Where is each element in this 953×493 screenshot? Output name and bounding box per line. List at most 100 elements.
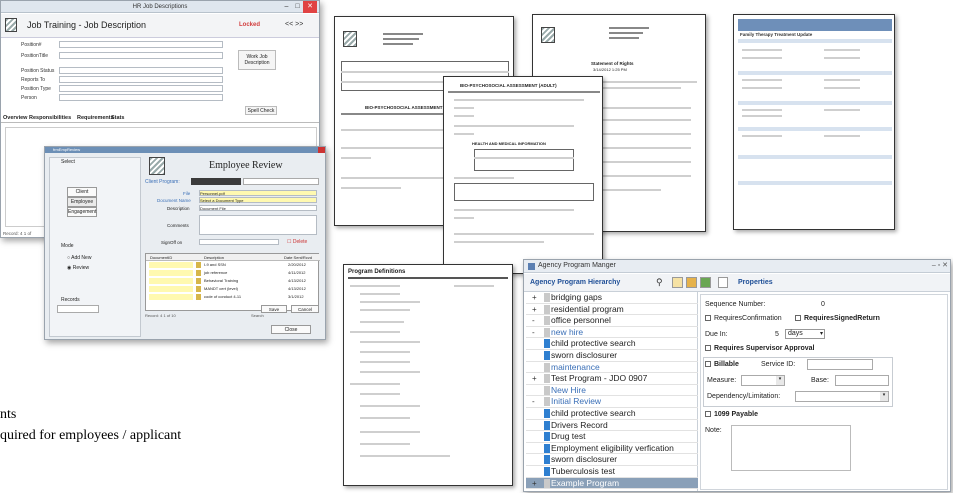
base-input[interactable] bbox=[835, 375, 889, 386]
col-description: Description bbox=[204, 255, 225, 260]
toolbar-doc-icon[interactable] bbox=[672, 277, 683, 288]
tab-responsibilities[interactable]: Responsibilities bbox=[29, 115, 71, 121]
description-input[interactable]: Document File bbox=[199, 205, 317, 211]
toolbar-report-icon[interactable] bbox=[700, 277, 711, 288]
expand-icon[interactable]: + bbox=[532, 292, 542, 303]
table-row[interactable]: job reference 4/11/2012 bbox=[146, 270, 320, 277]
table-row[interactable]: I-9 and SSN 2/20/2012 bbox=[146, 262, 320, 269]
save-button[interactable]: Save bbox=[261, 305, 287, 313]
delete-checkbox[interactable]: ☐ Delete bbox=[287, 239, 307, 245]
position-status-select[interactable] bbox=[59, 67, 223, 74]
tab-requirements[interactable]: Requirements bbox=[77, 115, 114, 121]
expand-icon[interactable]: + bbox=[532, 478, 542, 489]
app-logo-icon bbox=[5, 18, 17, 32]
position-type-select[interactable] bbox=[59, 85, 223, 92]
employee-review-close-icon[interactable] bbox=[318, 147, 325, 153]
dependency-select[interactable]: ▾ bbox=[795, 391, 889, 402]
note-textarea[interactable] bbox=[731, 425, 851, 471]
agency-window-title: Agency Program Manger bbox=[538, 262, 616, 269]
expand-icon[interactable]: + bbox=[532, 373, 542, 384]
tree-item[interactable]: Drivers Record bbox=[526, 420, 698, 432]
signoff-input[interactable] bbox=[199, 239, 279, 245]
toolbar-chart-icon[interactable] bbox=[686, 277, 697, 288]
record-nav-arrows[interactable]: << >> bbox=[285, 21, 303, 28]
tree-item[interactable]: Tuberculosis test bbox=[526, 466, 698, 478]
measure-select[interactable]: ▾ bbox=[741, 375, 785, 386]
billable-checkbox[interactable]: Billable bbox=[705, 361, 739, 368]
table-row[interactable]: Behavioral Training 4/13/2012 bbox=[146, 278, 320, 285]
tree-item[interactable]: sworn disclosurer bbox=[526, 350, 698, 362]
job-record-nav[interactable]: Record: 4 1 of bbox=[3, 231, 31, 236]
tab-overview[interactable]: Overview bbox=[3, 115, 27, 121]
requires-confirmation-checkbox[interactable]: RequiresConfirmation bbox=[705, 315, 782, 322]
requires-signed-return-label: RequiresSignedReturn bbox=[804, 315, 880, 322]
tree-item-marker bbox=[544, 432, 550, 442]
due-in-value[interactable]: 5 bbox=[775, 331, 779, 338]
tree-item[interactable]: Drug test bbox=[526, 431, 698, 443]
due-in-unit-select[interactable]: days ▾ bbox=[785, 329, 825, 339]
table-row[interactable]: code of conduct 4-11 3/1/2012 bbox=[146, 294, 320, 301]
requires-signed-return-checkbox[interactable]: RequiresSignedReturn bbox=[795, 315, 880, 322]
reports-to-select[interactable] bbox=[59, 76, 223, 83]
records-box[interactable] bbox=[57, 305, 99, 313]
tree-item-marker bbox=[544, 293, 550, 302]
maximize-button[interactable]: □ bbox=[292, 1, 303, 13]
table-row[interactable]: MANDT cert (level) 4/13/2012 bbox=[146, 286, 320, 293]
client-program-combo[interactable] bbox=[243, 178, 319, 185]
expand-icon[interactable]: + bbox=[532, 304, 542, 315]
close-form-button[interactable]: Close bbox=[271, 325, 311, 334]
row-date: 4/13/2012 bbox=[288, 286, 306, 291]
documents-table-header: DocumentID Description Date Sent/Rcvd bbox=[146, 254, 320, 261]
close-form-label: Close bbox=[284, 327, 298, 333]
service-id-input[interactable] bbox=[807, 359, 873, 370]
tree-item[interactable]: maintenance bbox=[526, 362, 698, 374]
client-program-select[interactable] bbox=[191, 178, 241, 185]
tree-item[interactable]: + bridging gaps bbox=[526, 292, 698, 304]
collapse-icon[interactable]: - bbox=[532, 315, 542, 326]
supervisor-approval-checkbox[interactable]: Requires Supervisor Approval bbox=[705, 345, 815, 352]
assessment-document-front: BIO-PSYCHOSOCIAL ASSESSMENT (ADULT) HEAL… bbox=[443, 76, 603, 274]
sequence-value[interactable]: 0 bbox=[821, 301, 825, 308]
rights-subtitle: 3/14/2012 1:25 PM bbox=[593, 67, 627, 72]
tree-item[interactable]: child protective search bbox=[526, 408, 698, 420]
position-title-input[interactable] bbox=[59, 52, 223, 59]
tree-item[interactable]: - office personnel bbox=[526, 315, 698, 327]
engagement-button[interactable]: Engagement bbox=[67, 207, 97, 217]
toolbar-page-icon[interactable] bbox=[718, 277, 728, 288]
tree-item[interactable]: child protective search bbox=[526, 338, 698, 350]
close-button[interactable]: ✕ bbox=[303, 1, 317, 13]
review-radio[interactable]: ◉ Review bbox=[67, 265, 89, 271]
tab-stats[interactable]: Stats bbox=[111, 115, 124, 121]
tree-item[interactable]: - new hire bbox=[526, 327, 698, 339]
payable-checkbox[interactable]: 1099 Payable bbox=[705, 411, 758, 418]
person-select[interactable] bbox=[59, 94, 223, 101]
cancel-button[interactable]: Cancel bbox=[291, 305, 319, 313]
comments-input[interactable] bbox=[199, 215, 317, 235]
field-label-reports-to: Reports To bbox=[21, 77, 46, 83]
tree-item[interactable]: + residential program bbox=[526, 304, 698, 316]
document-name-value: Select a Document Type bbox=[200, 198, 244, 203]
employee-button[interactable]: Employee bbox=[67, 197, 97, 207]
file-input[interactable]: Personnel.pdf bbox=[199, 190, 317, 196]
tree-item[interactable]: + Example Program bbox=[526, 477, 698, 490]
work-job-description-button[interactable]: Work Job Description bbox=[238, 50, 276, 70]
tree-item[interactable]: + Test Program - JDO 0907 bbox=[526, 373, 698, 385]
collapse-icon[interactable]: - bbox=[532, 396, 542, 407]
toolbar-binoculars-icon[interactable]: ⚲ bbox=[656, 277, 663, 288]
agency-window-controls[interactable]: – ▫ ✕ bbox=[932, 261, 948, 269]
save-label: Save bbox=[268, 307, 280, 312]
tree-item[interactable]: New Hire bbox=[526, 385, 698, 397]
employee-record-nav[interactable]: Record: 4 1 of 10 bbox=[145, 313, 176, 318]
field-label-position-status: Position Status bbox=[21, 68, 55, 74]
tree-item[interactable]: Employment eligibility verfication bbox=[526, 443, 698, 455]
client-button[interactable]: Client bbox=[67, 187, 97, 197]
properties-panel: Sequence Number: 0 RequiresConfirmation … bbox=[700, 294, 948, 490]
tree-item[interactable]: sworn disclosurer bbox=[526, 454, 698, 466]
minimize-button[interactable]: – bbox=[281, 1, 292, 13]
document-name-select[interactable]: Select a Document Type bbox=[199, 197, 317, 203]
position-number-input[interactable] bbox=[59, 41, 223, 48]
employee-search[interactable]: Search bbox=[251, 313, 264, 318]
collapse-icon[interactable]: - bbox=[532, 327, 542, 338]
add-new-radio[interactable]: ○ Add New bbox=[67, 255, 91, 261]
tree-item[interactable]: - Initial Review bbox=[526, 396, 698, 408]
